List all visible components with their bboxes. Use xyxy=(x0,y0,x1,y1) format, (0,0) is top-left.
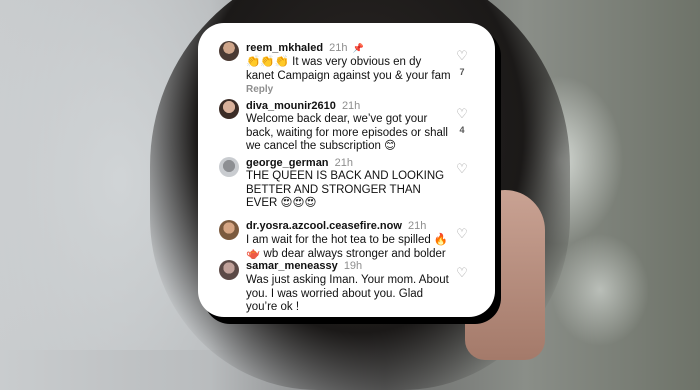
comment-text: Was just asking Iman. Your mom. About yo… xyxy=(246,274,449,313)
reply-button[interactable]: Reply xyxy=(246,84,273,95)
comment-meta: george_german 21h xyxy=(246,157,353,170)
like-count: 4 xyxy=(459,125,465,135)
username[interactable]: diva_mounir2610 xyxy=(246,100,336,112)
comment-text: I am wait for the hot tea to be spilled … xyxy=(246,234,449,260)
username[interactable]: samar_meneassy xyxy=(246,260,338,272)
comment-time: 19h xyxy=(343,260,363,272)
comment-text: 👏👏👏 It was very obvious en dy kanet Camp… xyxy=(246,56,451,82)
username[interactable]: george_german xyxy=(246,157,329,169)
like-heart-icon[interactable]: ♡ xyxy=(455,162,469,176)
comment-time: 21h xyxy=(329,42,348,54)
avatar[interactable] xyxy=(219,41,239,61)
username[interactable]: dr.yosra.azcool.ceasefire.now xyxy=(246,220,402,232)
like-heart-icon[interactable]: ♡ xyxy=(455,49,469,63)
like-heart-icon[interactable]: ♡ xyxy=(455,266,469,280)
avatar[interactable] xyxy=(219,157,239,177)
comment-time: 21h xyxy=(334,157,353,169)
comment-time: 21h xyxy=(341,100,361,112)
like-heart-icon[interactable]: ♡ xyxy=(455,107,469,121)
avatar[interactable] xyxy=(219,260,239,280)
comment-text: THE QUEEN IS BACK AND LOOKING BETTER AND… xyxy=(246,170,445,209)
like-count: 7 xyxy=(459,67,465,77)
comment-text: Welcome back dear, we’ve got your back, … xyxy=(246,113,448,152)
comments-card: reem_mkhaled 21h 📌 👏👏👏 It was very obvio… xyxy=(198,23,495,317)
comment-meta: dr.yosra.azcool.ceasefire.now 21h xyxy=(246,220,426,233)
comment-meta: reem_mkhaled 21h 📌 xyxy=(246,42,364,55)
like-heart-icon[interactable]: ♡ xyxy=(455,227,469,241)
comment-meta: diva_mounir2610 21h xyxy=(246,100,360,113)
comment-time: 21h xyxy=(407,220,427,232)
username[interactable]: reem_mkhaled xyxy=(246,42,323,54)
comment-meta: samar_meneassy 19h xyxy=(246,260,362,273)
pin-icon: 📌 xyxy=(352,43,364,53)
avatar[interactable] xyxy=(219,99,239,119)
avatar[interactable] xyxy=(219,220,239,240)
